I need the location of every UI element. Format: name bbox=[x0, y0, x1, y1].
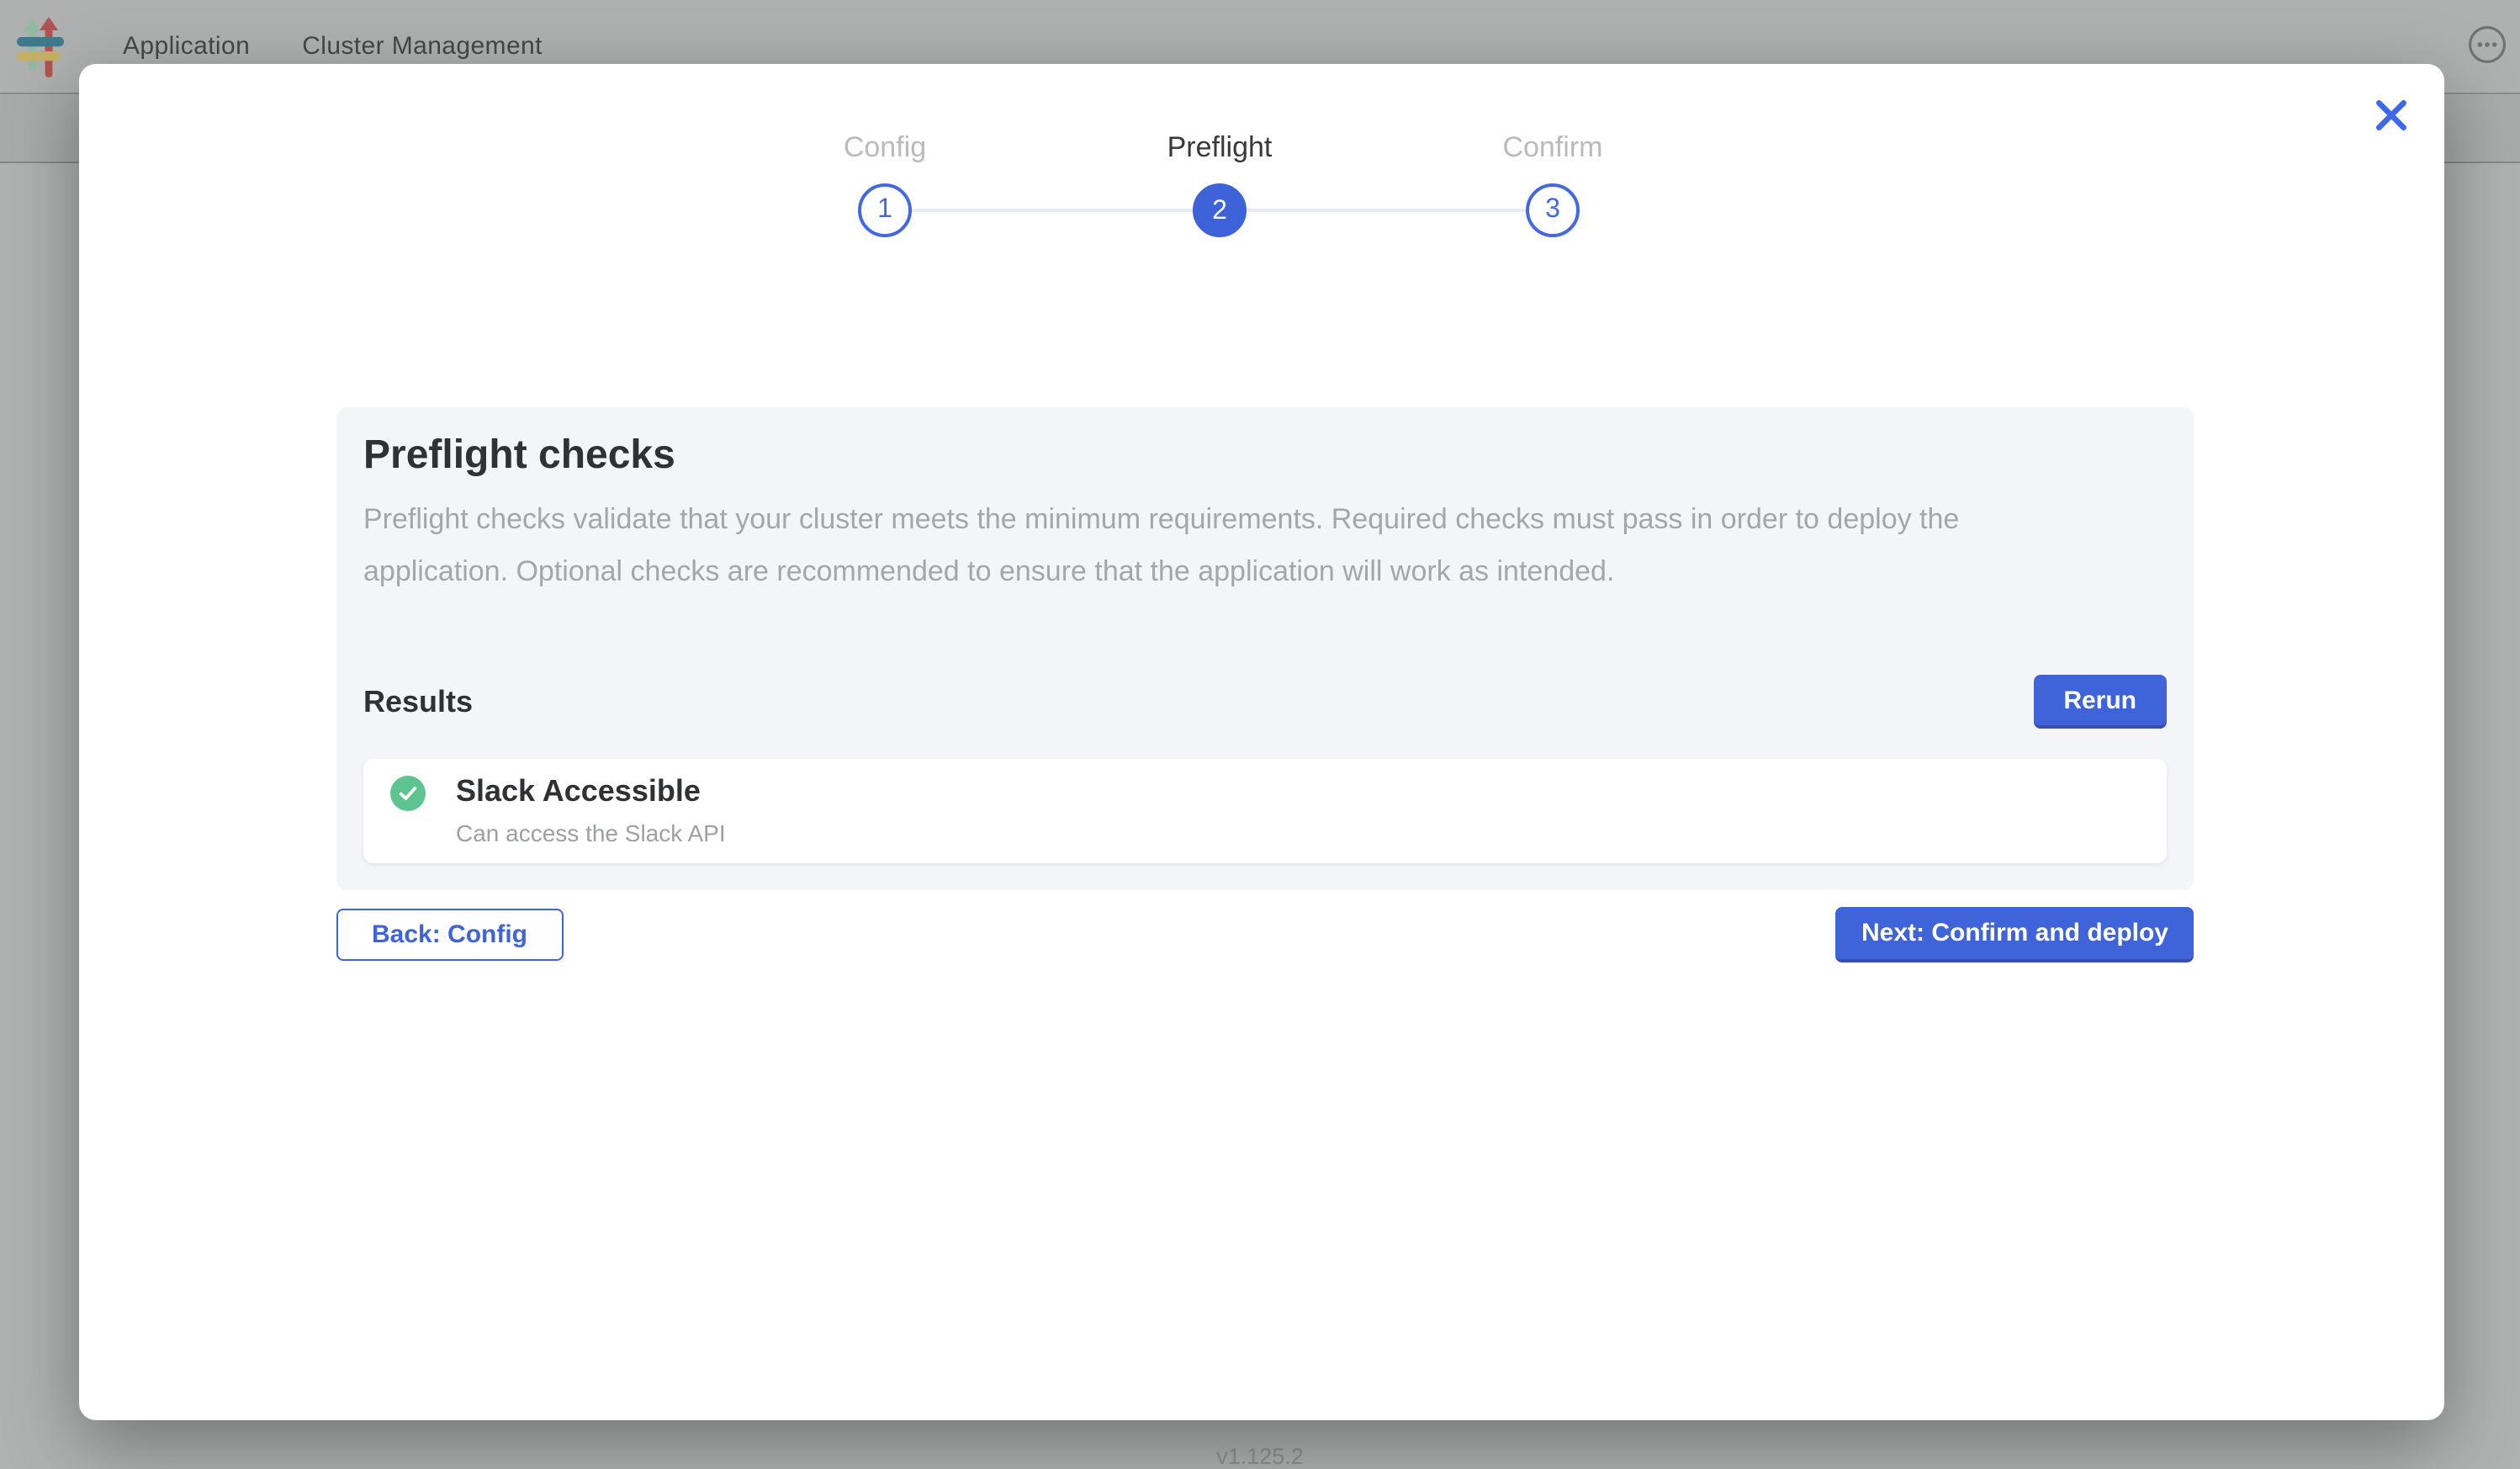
preflight-title: Preflight checks bbox=[363, 432, 2167, 480]
step-circle-1[interactable]: 1 bbox=[858, 183, 912, 237]
step-label: Confirm bbox=[1418, 131, 1687, 165]
app-logo-icon bbox=[17, 15, 64, 77]
step-config: Config 1 bbox=[750, 131, 1019, 237]
deploy-wizard-modal: Config 1 Preflight 2 Confirm 3 Preflight… bbox=[79, 64, 2444, 1420]
wizard-stepper: Config 1 Preflight 2 Confirm 3 bbox=[79, 64, 2444, 283]
preflight-check-row: Slack Accessible Can access the Slack AP… bbox=[363, 759, 2167, 863]
preflight-panel: Preflight checks Preflight checks valida… bbox=[336, 407, 2194, 890]
step-circle-2[interactable]: 2 bbox=[1193, 183, 1247, 237]
step-circle-3[interactable]: 3 bbox=[1526, 183, 1580, 237]
nav-item-application[interactable]: Application bbox=[123, 32, 250, 61]
back-config-button[interactable]: Back: Config bbox=[336, 909, 563, 961]
check-text: Slack Accessible Can access the Slack AP… bbox=[456, 774, 726, 846]
screen: Application Cluster Management v1.125.2 bbox=[0, 0, 2520, 1467]
check-detail: Can access the Slack API bbox=[456, 819, 726, 846]
rerun-button[interactable]: Rerun bbox=[2033, 675, 2167, 729]
step-preflight: Preflight 2 bbox=[1085, 131, 1354, 237]
step-confirm: Confirm 3 bbox=[1418, 131, 1687, 237]
next-confirm-deploy-button[interactable]: Next: Confirm and deploy bbox=[1836, 907, 2194, 963]
check-pass-icon bbox=[390, 776, 426, 811]
nav-item-cluster-management[interactable]: Cluster Management bbox=[302, 32, 543, 61]
step-label: Config bbox=[750, 131, 1019, 165]
check-name: Slack Accessible bbox=[456, 774, 726, 809]
wizard-footer: Back: Config Next: Confirm and deploy bbox=[336, 907, 2194, 963]
preflight-description: Preflight checks validate that your clus… bbox=[363, 493, 2073, 597]
ellipsis-menu-icon[interactable] bbox=[2468, 25, 2507, 64]
app-version-label: v1.125.2 bbox=[0, 1444, 2520, 1469]
step-label: Preflight bbox=[1085, 131, 1354, 165]
results-title: Results bbox=[363, 684, 473, 719]
results-header-row: Results Rerun bbox=[363, 671, 2167, 732]
